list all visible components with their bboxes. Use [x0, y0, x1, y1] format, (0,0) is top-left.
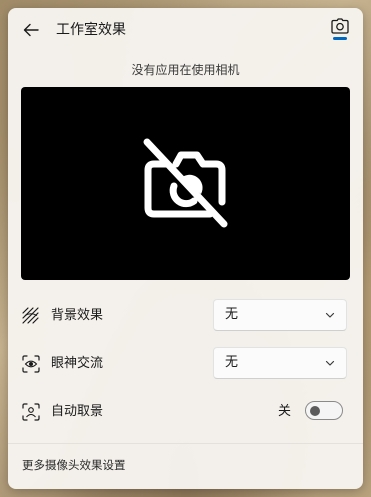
- eye-contact-dropdown[interactable]: 无: [213, 347, 347, 379]
- footer-divider: [8, 443, 363, 444]
- background-effect-dropdown[interactable]: 无: [213, 299, 347, 331]
- selected-indicator: [333, 37, 347, 40]
- more-camera-effects-link[interactable]: 更多摄像头效果设置: [22, 457, 126, 473]
- camera-off-icon: [143, 138, 227, 227]
- page-title: 工作室效果: [56, 22, 126, 38]
- toggle-knob: [310, 406, 320, 416]
- camera-preview: [21, 87, 350, 280]
- eye-contact-label: 眼神交流: [51, 356, 104, 371]
- eye-contact-icon: [22, 355, 40, 373]
- back-button[interactable]: [18, 19, 44, 41]
- studio-effects-flyout: 工作室效果 没有应用在使用相机 背景效果 无 眼神交流 无 自动取景 关 更多摄…: [8, 8, 363, 489]
- camera-button[interactable]: [325, 18, 355, 48]
- auto-framing-label: 自动取景: [51, 404, 104, 419]
- auto-framing-toggle[interactable]: [305, 401, 343, 420]
- auto-framing-row: 自动取景 关: [8, 394, 363, 430]
- camera-icon: [331, 18, 349, 34]
- eye-contact-row: 眼神交流 无: [8, 346, 363, 382]
- background-blur-icon: [22, 307, 39, 324]
- background-effect-label: 背景效果: [51, 308, 104, 323]
- background-effect-row: 背景效果 无: [8, 298, 363, 334]
- chevron-down-icon: [325, 360, 335, 366]
- camera-status-text: 没有应用在使用相机: [131, 63, 240, 77]
- auto-framing-state-label: 关: [278, 404, 292, 419]
- arrow-left-icon: [23, 23, 39, 37]
- flyout-header: 工作室效果: [8, 8, 363, 54]
- chevron-down-icon: [325, 312, 335, 318]
- eye-contact-value: 无: [225, 355, 239, 370]
- background-effect-value: 无: [225, 307, 239, 322]
- auto-framing-icon: [22, 403, 40, 421]
